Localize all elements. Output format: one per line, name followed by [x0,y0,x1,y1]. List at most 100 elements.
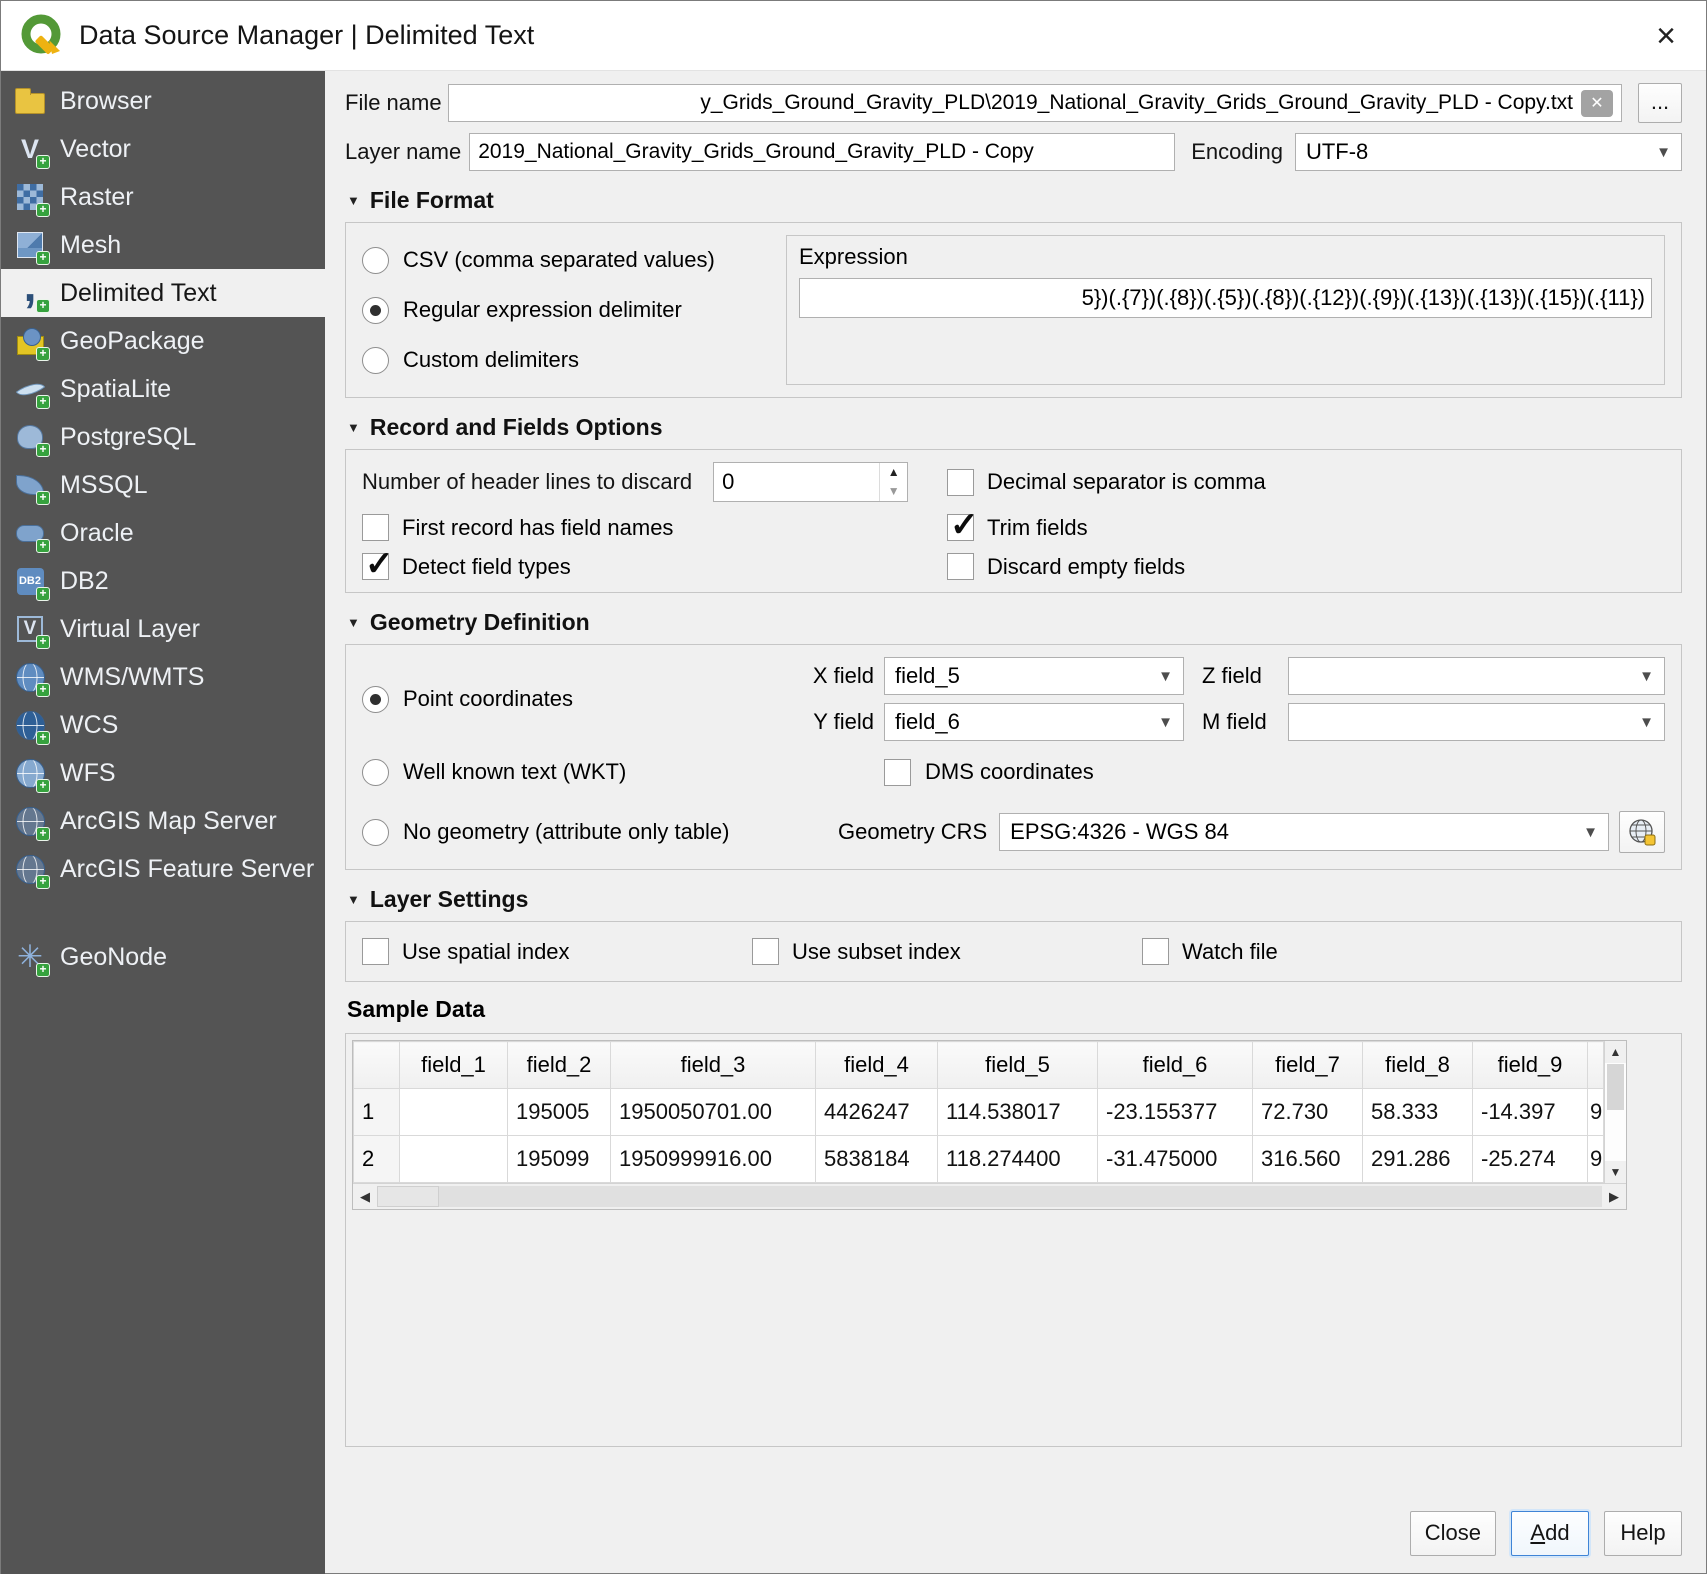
column-header-field_1[interactable]: field_1 [400,1042,508,1089]
horizontal-scroll-thumb[interactable] [377,1186,439,1207]
horizontal-scrollbar[interactable]: ◀ ▶ [353,1183,1626,1209]
use-spatial-index-option[interactable]: Use spatial index [362,938,752,965]
radio-point-coordinates[interactable] [362,686,389,713]
sidebar-item-postgresql[interactable]: PostgreSQL [1,413,325,461]
sidebar-item-arcgis-feature-server[interactable]: ArcGIS Feature Server [1,845,325,893]
table-cell[interactable]: 195005 [508,1089,611,1136]
radio-wkt[interactable] [362,759,389,786]
csv-option[interactable]: CSV (comma separated values) [362,235,782,285]
checkbox-use-subset-index[interactable] [752,938,779,965]
sidebar-item-mssql[interactable]: MSSQL [1,461,325,509]
checkbox-detect-field-types[interactable] [362,553,389,580]
table-cell[interactable]: 58.333 [1363,1089,1473,1136]
vertical-scrollbar[interactable]: ▲ ▼ [1604,1041,1626,1183]
column-header-field_3[interactable]: field_3 [611,1042,816,1089]
use-subset-index-option[interactable]: Use subset index [752,938,1142,965]
sidebar-item-geonode[interactable]: GeoNode [1,933,325,981]
table-cell[interactable]: -25.274 [1473,1136,1588,1183]
wkt-option[interactable]: Well known text (WKT) [362,747,626,797]
column-header-field_2[interactable]: field_2 [508,1042,611,1089]
radio-custom-delimiters[interactable] [362,347,389,374]
sidebar-item-wcs[interactable]: WCS [1,701,325,749]
table-cell[interactable]: 195099 [508,1136,611,1183]
table-cell[interactable]: 316.560 [1253,1136,1363,1183]
checkbox-trim-fields[interactable] [947,514,974,541]
close-button[interactable]: Close [1410,1511,1496,1556]
spin-down-icon[interactable]: ▼ [880,482,907,501]
column-header-field_5[interactable]: field_5 [938,1042,1098,1089]
geometry-crs-select[interactable]: EPSG:4326 - WGS 84 ▼ [999,813,1609,851]
dms-coordinates-option[interactable]: DMS coordinates [802,747,1094,797]
sidebar-item-wfs[interactable]: WFS [1,749,325,797]
close-window-icon[interactable]: × [1644,19,1688,53]
row-header[interactable]: 1 [354,1089,400,1136]
scroll-left-icon[interactable]: ◀ [353,1184,377,1209]
file-format-header[interactable]: ▼ File Format [347,187,1682,214]
select-crs-button[interactable] [1619,811,1665,853]
column-header-field_6[interactable]: field_6 [1098,1042,1253,1089]
column-header-field_7[interactable]: field_7 [1253,1042,1363,1089]
sidebar-item-db2[interactable]: DB2 [1,557,325,605]
sidebar-item-oracle[interactable]: Oracle [1,509,325,557]
detect-field-types-option[interactable]: Detect field types [362,553,947,580]
sidebar-item-mesh[interactable]: Mesh [1,221,325,269]
add-button[interactable]: Add [1511,1511,1589,1556]
z-field-select[interactable]: ▼ [1288,657,1665,695]
file-name-input[interactable]: y_Grids_Ground_Gravity_PLD\2019_National… [448,84,1622,122]
table-cell[interactable] [400,1089,508,1136]
table-cell[interactable]: 72.730 [1253,1089,1363,1136]
vertical-scroll-thumb[interactable] [1607,1064,1624,1110]
table-cell[interactable]: 114.538017 [938,1089,1098,1136]
table-cell[interactable]: 1950050701.00 [611,1089,816,1136]
sidebar-item-geopackage[interactable]: GeoPackage [1,317,325,365]
table-cell[interactable]: 5838184 [816,1136,938,1183]
help-button[interactable]: Help [1604,1511,1682,1556]
table-corner[interactable] [354,1042,400,1089]
layer-name-input[interactable]: 2019_National_Gravity_Grids_Ground_Gravi… [469,133,1175,171]
radio-regexp[interactable] [362,297,389,324]
no-geometry-option[interactable]: No geometry (attribute only table) [362,807,820,857]
table-cell-clipped[interactable]: 9 [1588,1136,1604,1183]
spin-up-icon[interactable]: ▲ [880,463,907,482]
watch-file-option[interactable]: Watch file [1142,938,1532,965]
checkbox-watch-file[interactable] [1142,938,1169,965]
sidebar-item-arcgis-map-server[interactable]: ArcGIS Map Server [1,797,325,845]
m-field-select[interactable]: ▼ [1288,703,1665,741]
sidebar-item-wms-wmts[interactable]: WMS/WMTS [1,653,325,701]
header-lines-spinbox[interactable]: 0 ▲ ▼ [713,462,908,502]
expression-input[interactable]: 5})(.{7})(.{8})(.{5})(.{8})(.{12})(.{9})… [799,278,1652,318]
geometry-definition-header[interactable]: ▼ Geometry Definition [347,609,1682,636]
table-cell-clipped[interactable]: 9 [1588,1089,1604,1136]
sidebar-item-virtual-layer[interactable]: Virtual Layer [1,605,325,653]
checkbox-first-record[interactable] [362,514,389,541]
table-cell[interactable] [400,1136,508,1183]
sidebar-item-raster[interactable]: Raster [1,173,325,221]
record-fields-header[interactable]: ▼ Record and Fields Options [347,414,1682,441]
y-field-select[interactable]: field_6 ▼ [884,703,1184,741]
checkbox-decimal-separator[interactable] [947,469,974,496]
first-record-option[interactable]: First record has field names [362,514,947,541]
table-cell[interactable]: -23.155377 [1098,1089,1253,1136]
radio-no-geometry[interactable] [362,819,389,846]
scroll-down-icon[interactable]: ▼ [1605,1161,1626,1183]
trim-fields-option[interactable]: Trim fields [947,514,1665,541]
table-cell[interactable]: 118.274400 [938,1136,1098,1183]
table-cell[interactable]: -31.475000 [1098,1136,1253,1183]
scroll-up-icon[interactable]: ▲ [1605,1041,1626,1063]
checkbox-use-spatial-index[interactable] [362,938,389,965]
encoding-select[interactable]: UTF-8 ▼ [1295,133,1682,171]
regexp-option[interactable]: Regular expression delimiter [362,285,782,335]
sidebar-item-browser[interactable]: Browser [1,77,325,125]
sidebar-item-spatialite[interactable]: SpatiaLite [1,365,325,413]
layer-settings-header[interactable]: ▼ Layer Settings [347,886,1682,913]
checkbox-discard-empty-fields[interactable] [947,553,974,580]
x-field-select[interactable]: field_5 ▼ [884,657,1184,695]
column-header-field_9[interactable]: field_9 [1473,1042,1588,1089]
column-header-field_8[interactable]: field_8 [1363,1042,1473,1089]
point-coordinates-option[interactable]: Point coordinates [362,674,573,724]
checkbox-dms-coordinates[interactable] [884,759,911,786]
table-cell[interactable]: 1950999916.00 [611,1136,816,1183]
browse-file-button[interactable]: ... [1638,83,1682,123]
table-cell[interactable]: 291.286 [1363,1136,1473,1183]
custom-delimiters-option[interactable]: Custom delimiters [362,335,782,385]
